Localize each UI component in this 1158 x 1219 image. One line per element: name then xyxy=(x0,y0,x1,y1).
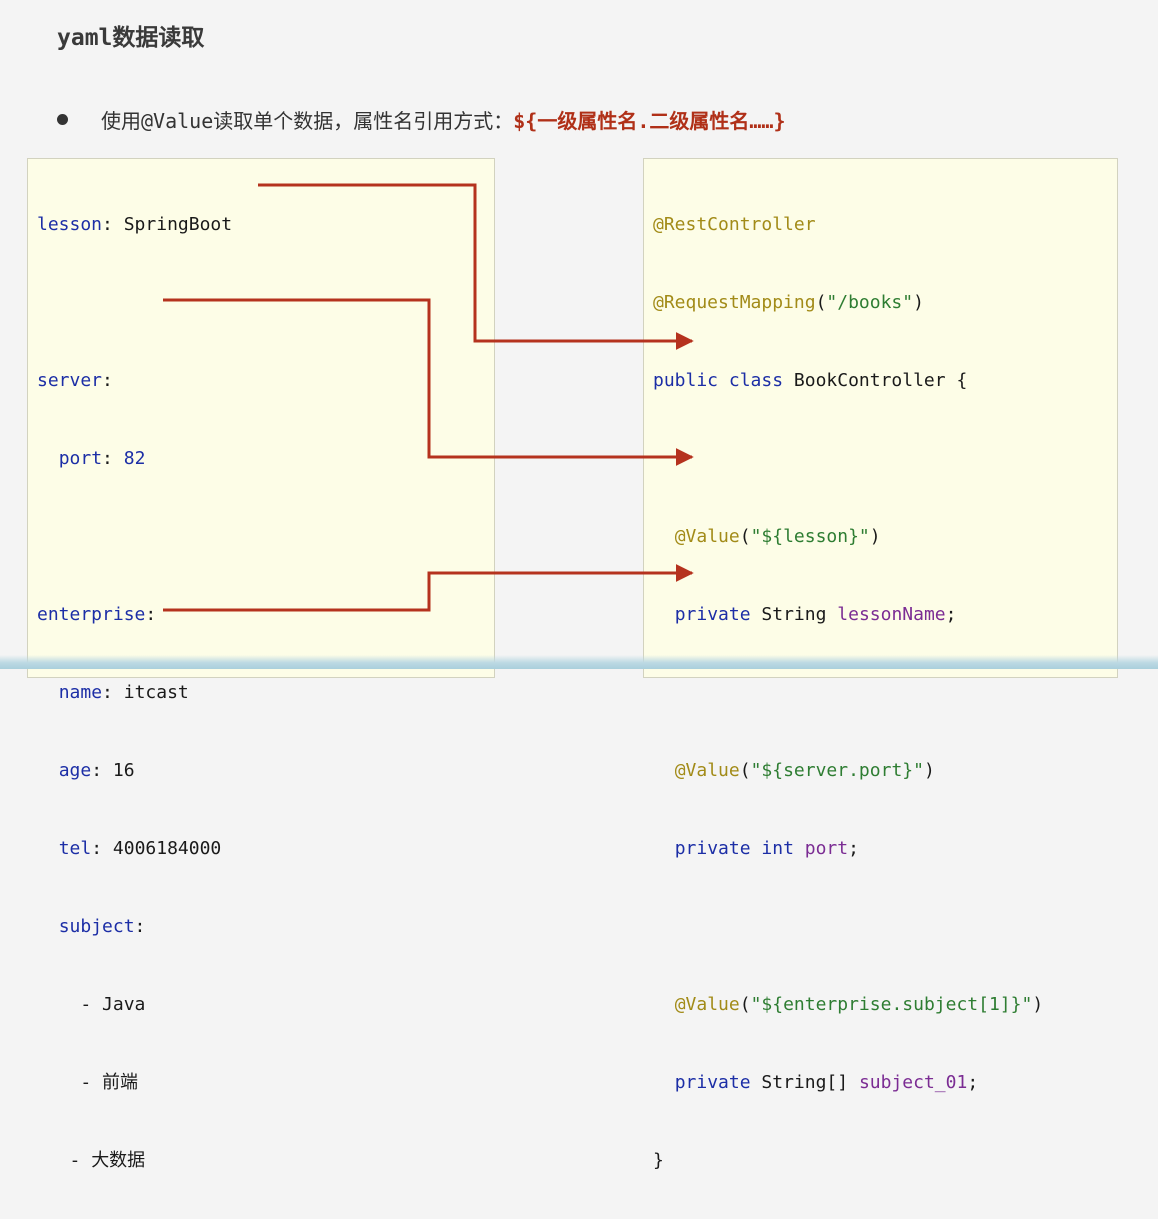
java-line-value2: @Value("${server.port}") xyxy=(674,760,935,781)
java-field-type: String[] xyxy=(761,1072,849,1093)
java-blank-line xyxy=(653,673,1043,712)
arrow-server-port xyxy=(163,298,694,466)
java-private-keyword: private xyxy=(674,1072,751,1093)
yaml-line-subject-item: - 前端 xyxy=(37,1072,139,1093)
java-value-annotation: @Value xyxy=(674,760,740,781)
java-field-subject01: subject_01 xyxy=(858,1072,968,1093)
java-line-close-brace: } xyxy=(653,1141,1043,1180)
yaml-line-age: age: 16 xyxy=(58,760,135,781)
yaml-key-age: age xyxy=(58,760,92,781)
java-close-brace: } xyxy=(653,1150,664,1171)
java-value-enterprise-subject: "${enterprise.subject[1]}" xyxy=(750,994,1033,1015)
yaml-line-tel: tel: 4006184000 xyxy=(58,838,222,859)
yaml-subject-item: 前端 xyxy=(102,1072,139,1093)
yaml-key-tel: tel xyxy=(58,838,92,859)
yaml-line-subject: subject: xyxy=(58,916,146,937)
bottom-decoration xyxy=(0,655,1158,669)
yaml-key-subject: subject xyxy=(58,916,135,937)
java-value-annotation: @Value xyxy=(674,994,740,1015)
java-field-type: int xyxy=(761,838,794,859)
arrow-lesson xyxy=(258,183,694,350)
java-line-field2: private int port; xyxy=(674,838,859,859)
yaml-subject-item: 大数据 xyxy=(91,1150,146,1171)
yaml-subject-item: Java xyxy=(102,994,146,1015)
java-blank-line xyxy=(653,907,1043,946)
yaml-line-subject-item: - Java xyxy=(37,994,146,1015)
yaml-value-name: itcast xyxy=(123,682,189,703)
java-private-keyword: private xyxy=(674,838,751,859)
yaml-line-name: name: itcast xyxy=(58,682,189,703)
yaml-line-subject-item: - 大数据 xyxy=(37,1150,146,1171)
yaml-key-name: name xyxy=(58,682,103,703)
arrow-enterprise-subject xyxy=(163,564,694,612)
yaml-value-tel: 4006184000 xyxy=(112,838,222,859)
yaml-value-age: 16 xyxy=(112,760,135,781)
java-line-value3: @Value("${enterprise.subject[1]}") xyxy=(674,994,1044,1015)
java-line-field3: private String[] subject_01; xyxy=(674,1072,979,1093)
java-value-server-port: "${server.port}" xyxy=(750,760,924,781)
mapping-arrows xyxy=(163,183,694,612)
java-field-port: port xyxy=(804,838,849,859)
